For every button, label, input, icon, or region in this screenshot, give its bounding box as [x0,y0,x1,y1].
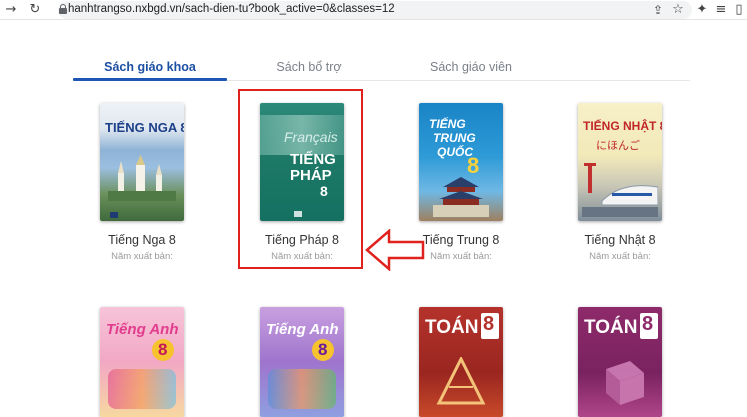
book-cover-tieng-nhat[interactable]: TIẾNG NHẬT 8 にほんご [578,103,662,221]
book-year-label: Năm xuất bản: [589,251,651,262]
cover-number: 8 [318,340,328,359]
book-year-label: Năm xuất bản: [111,251,173,262]
cover-number: 8 [483,313,495,335]
publisher-strip [582,106,658,109]
cover-title: TOÁN [584,317,638,338]
book-cover-toan-2[interactable]: TOÁN 8 [578,307,662,417]
cube-illustration [606,361,644,405]
lock-icon[interactable] [59,4,67,14]
extensions-icon[interactable]: ✦ [694,2,710,18]
train-illustration [582,163,658,217]
tab-sach-bo-tro[interactable]: Sách bổ trợ [232,58,386,80]
browser-toolbar: → ↻ hanhtrangso.nxbgd.vn/sach-dien-tu?bo… [0,0,747,20]
cover-kana: にほんご [596,140,640,152]
reload-icon[interactable]: ↻ [27,2,43,18]
url-text[interactable]: hanhtrangso.nxbgd.vn/sach-dien-tu?book_a… [68,2,395,17]
cover-title: Tiếng Anh [266,321,339,338]
cover-title: TIẾNG NGA 8 [105,120,184,135]
pointer-arrow-icon [365,229,425,271]
active-tab-indicator [73,78,227,81]
tab-sach-giao-vien[interactable]: Sách giáo viên [394,58,548,80]
cover-title: Tiếng Anh [106,321,179,338]
book-cover-tieng-nga[interactable]: TIẾNG NGA 8 [100,103,184,221]
cover-title: TIẾNG NHẬT 8 [583,119,662,133]
book-title[interactable]: Tiếng Nhật 8 [540,233,700,247]
profile-icon[interactable]: ▯ [731,2,747,18]
cover-number: 8 [642,313,654,335]
geometry-illustration [436,357,486,405]
publisher-strip [104,106,180,109]
cover-title: TOÁN [425,317,479,338]
star-icon[interactable]: ☆ [670,2,686,18]
back-arrow-icon[interactable]: → [3,2,19,18]
cover-number: 8 [158,340,168,359]
cover-title-line1: TIẾNG [429,117,466,131]
book-title[interactable]: Tiếng Nga 8 [62,233,222,247]
publisher-logo [110,212,118,218]
media-icon[interactable]: ≡ [713,2,729,18]
book-cover-tieng-trung[interactable]: TIẾNG TRUNG QUỐC 8 [419,103,503,221]
tab-sach-giao-khoa[interactable]: Sách giáo khoa [73,58,227,80]
share-icon[interactable]: ⇪ [650,2,666,18]
cover-illustration [108,369,176,409]
book-cover-tieng-anh-1[interactable]: Tiếng Anh 8 [100,307,184,417]
kremlin-illustration [108,155,176,201]
highlight-box [238,89,363,269]
book-cover-toan-1[interactable]: TOÁN 8 [419,307,503,417]
temple-illustration [433,177,489,217]
cover-illustration [268,369,336,409]
cover-title-line2: TRUNG [433,131,476,145]
book-cover-tieng-anh-2[interactable]: Tiếng Anh 8 [260,307,344,417]
cover-number: 8 [467,153,480,178]
